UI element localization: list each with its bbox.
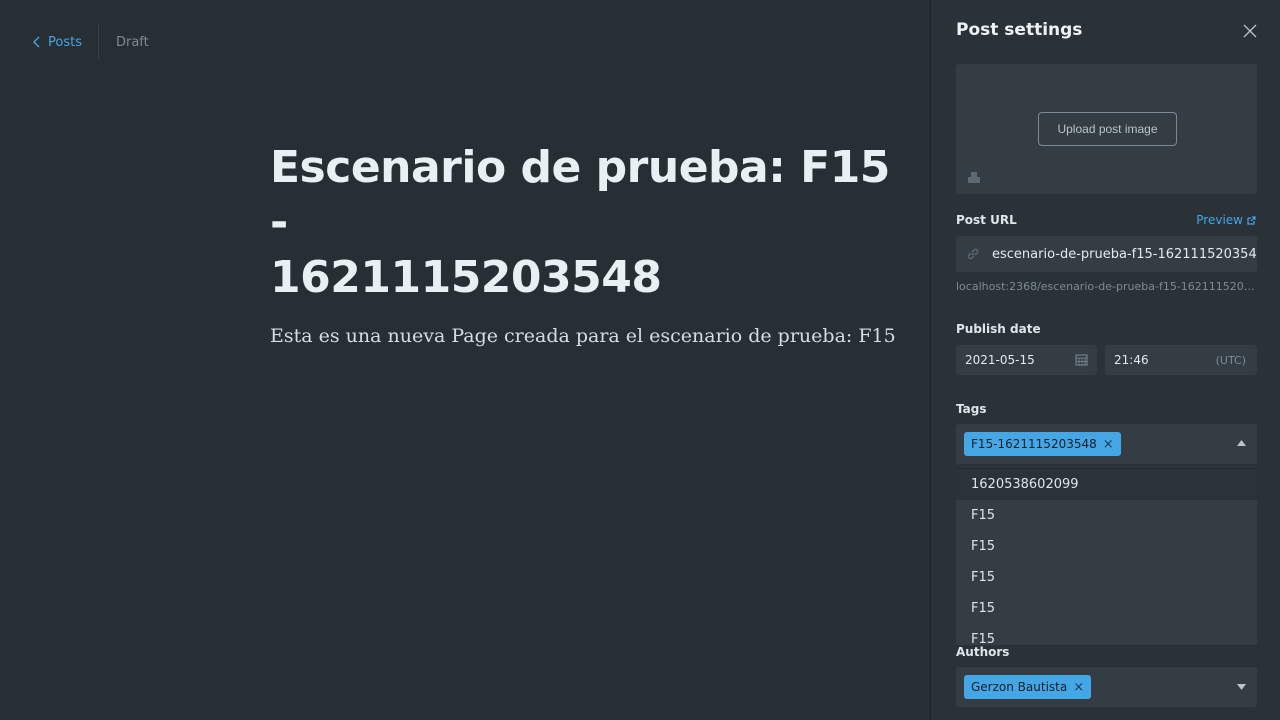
calendar-icon[interactable] bbox=[1075, 353, 1088, 366]
publish-date-value: 2021-05-15 bbox=[965, 353, 1035, 367]
author-chip[interactable]: Gerzon Bautista × bbox=[964, 675, 1092, 699]
publish-date-input[interactable]: 2021-05-15 bbox=[956, 345, 1097, 375]
link-icon bbox=[967, 248, 979, 260]
tag-option[interactable]: 1620538602099 bbox=[956, 469, 1257, 500]
chevron-left-icon bbox=[33, 36, 40, 48]
authors-input[interactable]: Gerzon Bautista × bbox=[956, 667, 1257, 707]
remove-tag-icon[interactable]: × bbox=[1103, 438, 1114, 451]
image-icon bbox=[968, 172, 980, 183]
back-to-posts-link[interactable]: Posts bbox=[32, 24, 98, 60]
publish-time-input[interactable]: 21:46 (UTC) bbox=[1105, 345, 1257, 375]
post-title-line-2: 1621115203548 bbox=[270, 252, 662, 303]
publish-date-label: Publish date bbox=[956, 322, 1041, 336]
caret-down-icon[interactable] bbox=[1237, 683, 1246, 691]
tag-option[interactable]: F15 bbox=[956, 531, 1257, 562]
tag-option[interactable]: F15 bbox=[956, 593, 1257, 624]
tag-chip[interactable]: F15-1621115203548 × bbox=[964, 432, 1121, 456]
tags-dropdown: 1620538602099 F15 F15 F15 F15 F15 bbox=[956, 468, 1257, 645]
post-url-full: localhost:2368/escenario-de-prueba-f15-1… bbox=[956, 280, 1256, 293]
tag-option[interactable]: F15 bbox=[956, 500, 1257, 531]
preview-label: Preview bbox=[1196, 213, 1243, 227]
preview-link[interactable]: Preview bbox=[1196, 213, 1256, 227]
tag-chip-label: F15-1621115203548 bbox=[971, 437, 1097, 451]
post-url-label: Post URL bbox=[956, 213, 1017, 227]
caret-up-icon[interactable] bbox=[1237, 439, 1246, 447]
post-image-box: Upload post image bbox=[956, 64, 1257, 194]
tag-option[interactable]: F15 bbox=[956, 624, 1257, 645]
sidebar-title: Post settings bbox=[956, 20, 1083, 40]
external-link-icon bbox=[1247, 215, 1256, 225]
back-link-label: Posts bbox=[48, 34, 82, 50]
remove-author-icon[interactable]: × bbox=[1073, 681, 1084, 694]
post-title-line-1: Escenario de prueba: F15 - bbox=[270, 142, 890, 248]
post-settings-sidebar: Post settings Upload post image Post URL… bbox=[930, 0, 1280, 720]
author-chip-label: Gerzon Bautista bbox=[971, 680, 1068, 694]
upload-post-image-button[interactable]: Upload post image bbox=[1038, 112, 1177, 146]
post-url-value: escenario-de-prueba-f15-1621115203548 bbox=[992, 246, 1257, 262]
post-editor: Escenario de prueba: F15 - 1621115203548… bbox=[270, 140, 910, 347]
top-nav: Posts Draft bbox=[32, 24, 149, 60]
tags-input[interactable]: F15-1621115203548 × bbox=[956, 424, 1257, 464]
post-url-input[interactable]: escenario-de-prueba-f15-1621115203548 bbox=[956, 236, 1257, 272]
timezone-label: (UTC) bbox=[1215, 353, 1246, 367]
post-body[interactable]: Esta es una nueva Page creada para el es… bbox=[270, 325, 910, 347]
close-icon[interactable] bbox=[1243, 24, 1257, 38]
tag-option[interactable]: F15 bbox=[956, 562, 1257, 593]
post-title[interactable]: Escenario de prueba: F15 - 1621115203548 bbox=[270, 140, 910, 305]
publish-time-value: 21:46 bbox=[1114, 353, 1149, 367]
tags-label: Tags bbox=[956, 402, 987, 416]
post-status: Draft bbox=[115, 34, 149, 50]
authors-label: Authors bbox=[956, 645, 1010, 659]
